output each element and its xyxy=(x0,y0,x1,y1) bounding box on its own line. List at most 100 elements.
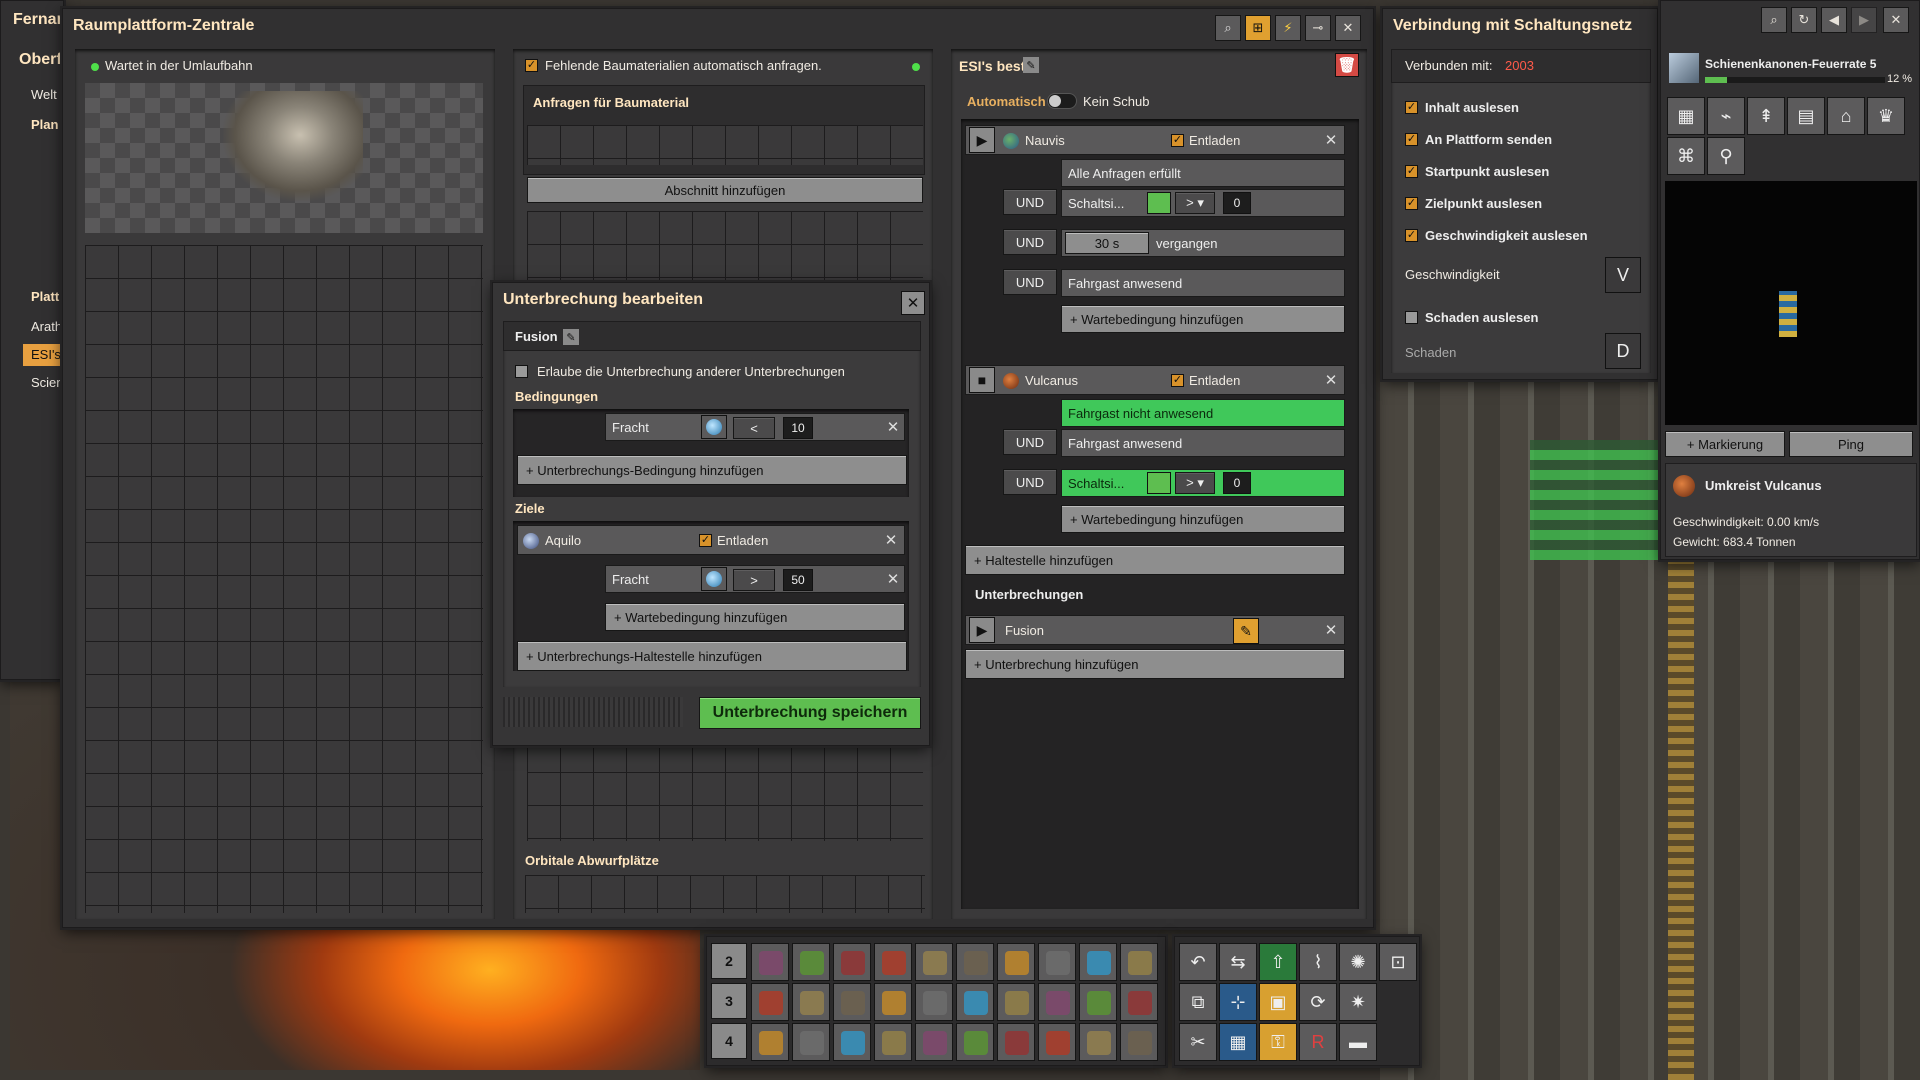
close-icon[interactable]: ✕ xyxy=(1335,15,1361,41)
cargo-signal-icon-2[interactable] xyxy=(701,567,727,591)
quickbar-slot[interactable] xyxy=(915,983,953,1021)
quickbar-slot[interactable] xyxy=(833,943,871,981)
dialog-rename-icon[interactable]: ✎ xyxy=(563,329,579,345)
cond-cargo-close-2[interactable]: ✕ xyxy=(883,568,903,590)
add-stop-button[interactable]: + Haltestelle hinzufügen xyxy=(965,545,1345,575)
quickbar-slot[interactable] xyxy=(1079,1023,1117,1061)
cond-no-passenger[interactable]: Fahrgast nicht anwesend xyxy=(1061,399,1345,427)
stub-item-platt[interactable]: Platt xyxy=(31,289,59,304)
cargo-value-2[interactable]: 50 xyxy=(783,569,813,591)
quickbar-slot[interactable] xyxy=(792,1023,830,1061)
cond-cargo-close[interactable]: ✕ xyxy=(883,416,903,438)
stop-vulcanus-unload-checkbox[interactable]: ✓ xyxy=(1171,374,1184,387)
search-icon[interactable]: ⌕ xyxy=(1215,15,1241,41)
quickbar-slot[interactable] xyxy=(874,943,912,981)
stop-icon[interactable]: ■ xyxy=(969,367,995,393)
quickbar-slot[interactable] xyxy=(1120,943,1158,981)
hud-btn-1[interactable]: ▦ xyxy=(1667,97,1705,135)
quickbar-row-3[interactable]: 3 xyxy=(711,983,747,1019)
tool-13-icon[interactable]: ▦ xyxy=(1219,1023,1257,1061)
stop-nauvis-unload-checkbox[interactable]: ✓ xyxy=(1171,134,1184,147)
play-icon[interactable]: ▶ xyxy=(969,127,995,153)
quickbar-slot[interactable] xyxy=(1038,943,1076,981)
stub-item-plan[interactable]: Plan xyxy=(31,117,58,132)
and-button-1[interactable]: UND xyxy=(1003,189,1057,215)
rename-icon[interactable]: ✎ xyxy=(1023,57,1039,73)
circuit-value-field-2[interactable]: 0 xyxy=(1223,472,1251,494)
tool-6-icon[interactable]: ⊡ xyxy=(1379,943,1417,981)
quickbar-slot[interactable] xyxy=(751,983,789,1021)
map-forward-icon[interactable]: ▶ xyxy=(1851,7,1877,33)
circuit-value-field[interactable]: 0 xyxy=(1223,192,1251,214)
request-slots[interactable] xyxy=(527,125,923,165)
quickbar-slot[interactable] xyxy=(997,1023,1035,1061)
map-close-icon[interactable]: ✕ xyxy=(1883,7,1909,33)
hud-btn-2[interactable]: ⌁ xyxy=(1707,97,1745,135)
circuit-signal-slot[interactable] xyxy=(1147,192,1171,214)
add-interrupt-button[interactable]: + Unterbrechung hinzufügen xyxy=(965,649,1345,679)
tool-11-icon[interactable]: ✷ xyxy=(1339,983,1377,1021)
map-search-icon[interactable]: ⌕ xyxy=(1761,7,1787,33)
opt-read-speed-checkbox[interactable]: ✓ xyxy=(1405,229,1418,242)
quickbar-slot[interactable] xyxy=(997,943,1035,981)
cond-all-requests[interactable]: Alle Anfragen erfüllt xyxy=(1061,159,1345,187)
opt-read-contents-checkbox[interactable]: ✓ xyxy=(1405,101,1418,114)
comparator-lt[interactable]: < xyxy=(733,417,775,439)
target-close[interactable]: ✕ xyxy=(881,528,901,552)
tool-10-icon[interactable]: ⟳ xyxy=(1299,983,1337,1021)
and-button-5[interactable]: UND xyxy=(1003,469,1057,495)
quickbar-slot[interactable] xyxy=(1120,983,1158,1021)
quickbar-slot[interactable] xyxy=(956,1023,994,1061)
hud-btn-3[interactable]: ⇞ xyxy=(1747,97,1785,135)
orbital-drop-slots[interactable] xyxy=(525,875,925,913)
auto-request-checkbox[interactable]: ✓ xyxy=(525,59,538,72)
quickbar-slot[interactable] xyxy=(915,943,953,981)
quickbar-slot[interactable] xyxy=(1038,983,1076,1021)
quickbar-slot[interactable] xyxy=(1038,1023,1076,1061)
quickbar-slot[interactable] xyxy=(792,983,830,1021)
comparator-gt[interactable]: > ▾ xyxy=(1175,192,1215,214)
add-interrupt-condition-button[interactable]: + Unterbrechungs-Bedingung hinzufügen xyxy=(517,455,907,485)
ping-button[interactable]: Ping xyxy=(1789,431,1913,457)
opt-send-platform-checkbox[interactable]: ✓ xyxy=(1405,133,1418,146)
cargo-signal-icon-1[interactable] xyxy=(701,415,727,439)
opt-read-target-checkbox[interactable]: ✓ xyxy=(1405,197,1418,210)
undo-icon[interactable]: ↶ xyxy=(1179,943,1217,981)
tool-14-icon[interactable]: ⚿ xyxy=(1259,1023,1297,1061)
dialog-close-icon[interactable]: ✕ xyxy=(901,291,925,315)
copy-icon[interactable]: ⧉ xyxy=(1179,983,1217,1021)
tool-9-icon[interactable]: ▣ xyxy=(1259,983,1297,1021)
quickbar-slot[interactable] xyxy=(915,1023,953,1061)
redo-icon[interactable]: ⇆ xyxy=(1219,943,1257,981)
stub-item-esi[interactable]: ESI's xyxy=(31,347,61,362)
opt-read-start-checkbox[interactable]: ✓ xyxy=(1405,165,1418,178)
save-interrupt-button[interactable]: Unterbrechung speichern xyxy=(699,697,921,729)
comparator-gt-3[interactable]: > xyxy=(733,569,775,591)
quickbar-slot[interactable] xyxy=(874,983,912,1021)
allow-interrupt-checkbox[interactable] xyxy=(515,365,528,378)
quickbar-slot[interactable] xyxy=(956,943,994,981)
stop-vulcanus-close[interactable]: ✕ xyxy=(1319,368,1343,392)
tool-16-icon[interactable]: ▬ xyxy=(1339,1023,1377,1061)
cond-passenger-2[interactable]: Fahrgast anwesend xyxy=(1061,429,1345,457)
auto-toggle[interactable] xyxy=(1047,93,1077,109)
quickbar-slot[interactable] xyxy=(1120,1023,1158,1061)
quickbar-slot[interactable] xyxy=(1079,983,1117,1021)
add-section-button[interactable]: Abschnitt hinzufügen xyxy=(527,177,923,203)
dialog-footer-drag[interactable] xyxy=(503,697,683,727)
interrupt-play-icon[interactable]: ▶ xyxy=(969,617,995,643)
stub-item-welt[interactable]: Welt xyxy=(31,87,57,102)
hierarchy-icon[interactable]: ⊞ xyxy=(1245,15,1271,41)
blueprint-up-icon[interactable]: ⇧ xyxy=(1259,943,1297,981)
tool-5-icon[interactable]: ✺ xyxy=(1339,943,1377,981)
circuit-signal-slot-2[interactable] xyxy=(1147,472,1171,494)
quickbar-slot[interactable] xyxy=(792,943,830,981)
time-field[interactable]: 30 s xyxy=(1065,232,1149,254)
quickbar-slot[interactable] xyxy=(1079,943,1117,981)
and-button-2[interactable]: UND xyxy=(1003,229,1057,255)
cargo-value-1[interactable]: 10 xyxy=(783,417,813,439)
quickbar-row-2[interactable]: 2 xyxy=(711,943,747,979)
comparator-gt-2[interactable]: > ▾ xyxy=(1175,472,1215,494)
cond-passenger[interactable]: Fahrgast anwesend xyxy=(1061,269,1345,297)
speed-signal-slot[interactable]: V xyxy=(1605,257,1641,293)
